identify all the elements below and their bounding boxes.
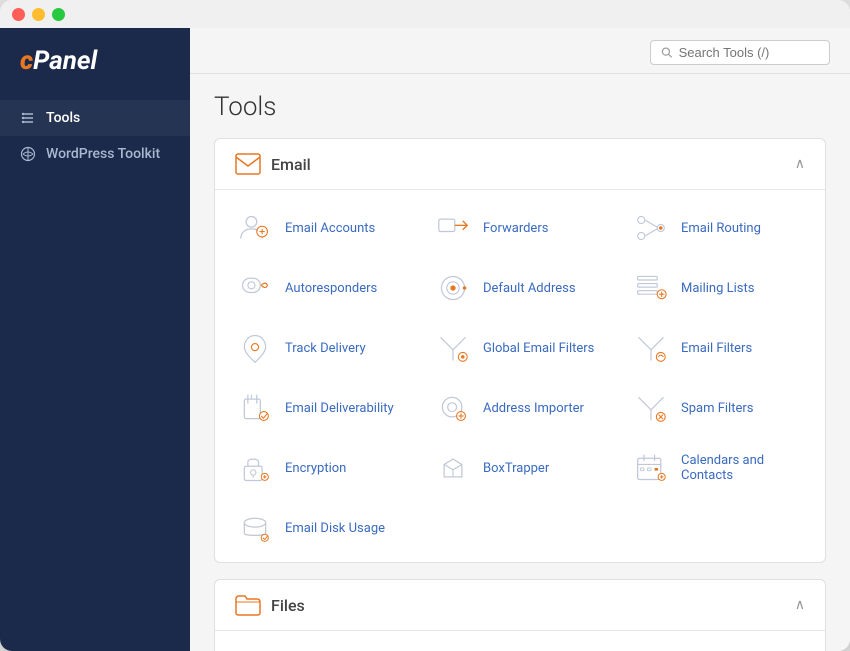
search-icon [661,46,673,59]
files-section-header[interactable]: Files ∧ [215,580,825,631]
tool-email-routing[interactable]: Email Routing [619,198,817,258]
main-header [190,28,850,74]
files-section: Files ∧ F [214,579,826,651]
files-chevron-icon: ∧ [795,597,805,613]
titlebar [0,0,850,28]
tool-images[interactable]: Images [421,639,619,651]
sidebar-wordpress-label: WordPress Toolkit [46,146,160,162]
search-box[interactable] [650,40,830,65]
email-filters-icon [633,330,669,366]
tool-forwarders[interactable]: Forwarders [421,198,619,258]
tool-track-delivery[interactable]: Track Delivery [223,318,421,378]
email-deliverability-label: Email Deliverability [285,401,394,416]
files-section-header-left: Files [235,594,305,616]
main-content: Tools Email ∧ [190,74,850,651]
address-importer-icon [435,390,471,426]
maximize-button[interactable] [52,8,65,21]
spam-filters-label: Spam Filters [681,401,753,416]
encryption-icon [237,450,273,486]
calendars-contacts-label: Calendars and Contacts [681,453,803,483]
cpanel-logo: cPanel [20,46,97,76]
email-section-icon [235,153,261,175]
email-section-header[interactable]: Email ∧ [215,139,825,190]
autoresponders-label: Autoresponders [285,281,377,296]
email-routing-label: Email Routing [681,221,761,236]
email-section-header-left: Email [235,153,311,175]
minimize-button[interactable] [32,8,45,21]
sidebar-item-wordpress[interactable]: WordPress Toolkit [0,136,190,172]
boxtrapper-icon [435,450,471,486]
search-input[interactable] [679,45,819,60]
email-disk-usage-label: Email Disk Usage [285,521,385,536]
tool-mailing-lists[interactable]: Mailing Lists [619,258,817,318]
app-body: cPanel Tools [0,28,850,651]
email-accounts-icon [237,210,273,246]
wordpress-icon [20,146,36,162]
boxtrapper-label: BoxTrapper [483,461,549,476]
spam-filters-icon [633,390,669,426]
tool-email-disk-usage[interactable]: Email Disk Usage [223,498,421,558]
files-section-icon [235,594,261,616]
tool-email-filters[interactable]: Email Filters [619,318,817,378]
files-section-title: Files [271,596,305,615]
tool-file-manager[interactable]: File Manager [223,639,421,651]
email-accounts-label: Email Accounts [285,221,375,236]
app-window: cPanel Tools [0,0,850,651]
tool-boxtrapper[interactable]: BoxTrapper [421,438,619,498]
email-routing-icon [633,210,669,246]
forwarders-icon [435,210,471,246]
tool-calendars-contacts[interactable]: Calendars and Contacts [619,438,817,498]
mailing-lists-icon [633,270,669,306]
global-email-filters-label: Global Email Filters [483,341,594,356]
tool-global-email-filters[interactable]: Global Email Filters [421,318,619,378]
forwarders-label: Forwarders [483,221,548,236]
tools-icon [20,110,36,126]
tool-email-accounts[interactable]: Email Accounts [223,198,421,258]
global-email-filters-icon [435,330,471,366]
sidebar-logo: cPanel [0,46,190,100]
files-tools-grid: File Manager [215,631,825,651]
email-section: Email ∧ [214,138,826,563]
tool-address-importer[interactable]: Address Importer [421,378,619,438]
main-area: Tools Email ∧ [190,28,850,651]
tool-directory-privacy[interactable]: Directory Privacy [619,639,817,651]
track-delivery-icon [237,330,273,366]
email-deliverability-icon [237,390,273,426]
tool-encryption[interactable]: Encryption [223,438,421,498]
address-importer-label: Address Importer [483,401,584,416]
email-tools-grid: Email Accounts Forwarders [215,190,825,562]
email-chevron-icon: ∧ [795,156,805,172]
email-section-title: Email [271,155,311,174]
default-address-icon [435,270,471,306]
page-title: Tools [214,92,826,122]
sidebar: cPanel Tools [0,28,190,651]
email-filters-label: Email Filters [681,341,752,356]
tool-spam-filters[interactable]: Spam Filters [619,378,817,438]
mailing-lists-label: Mailing Lists [681,281,754,296]
track-delivery-label: Track Delivery [285,341,366,356]
autoresponders-icon [237,270,273,306]
tool-autoresponders[interactable]: Autoresponders [223,258,421,318]
tool-email-deliverability[interactable]: Email Deliverability [223,378,421,438]
default-address-label: Default Address [483,281,576,296]
tool-default-address[interactable]: Default Address [421,258,619,318]
close-button[interactable] [12,8,25,21]
email-disk-usage-icon [237,510,273,546]
encryption-label: Encryption [285,461,346,476]
sidebar-tools-label: Tools [46,110,80,126]
calendars-contacts-icon [633,450,669,486]
sidebar-item-tools[interactable]: Tools [0,100,190,136]
